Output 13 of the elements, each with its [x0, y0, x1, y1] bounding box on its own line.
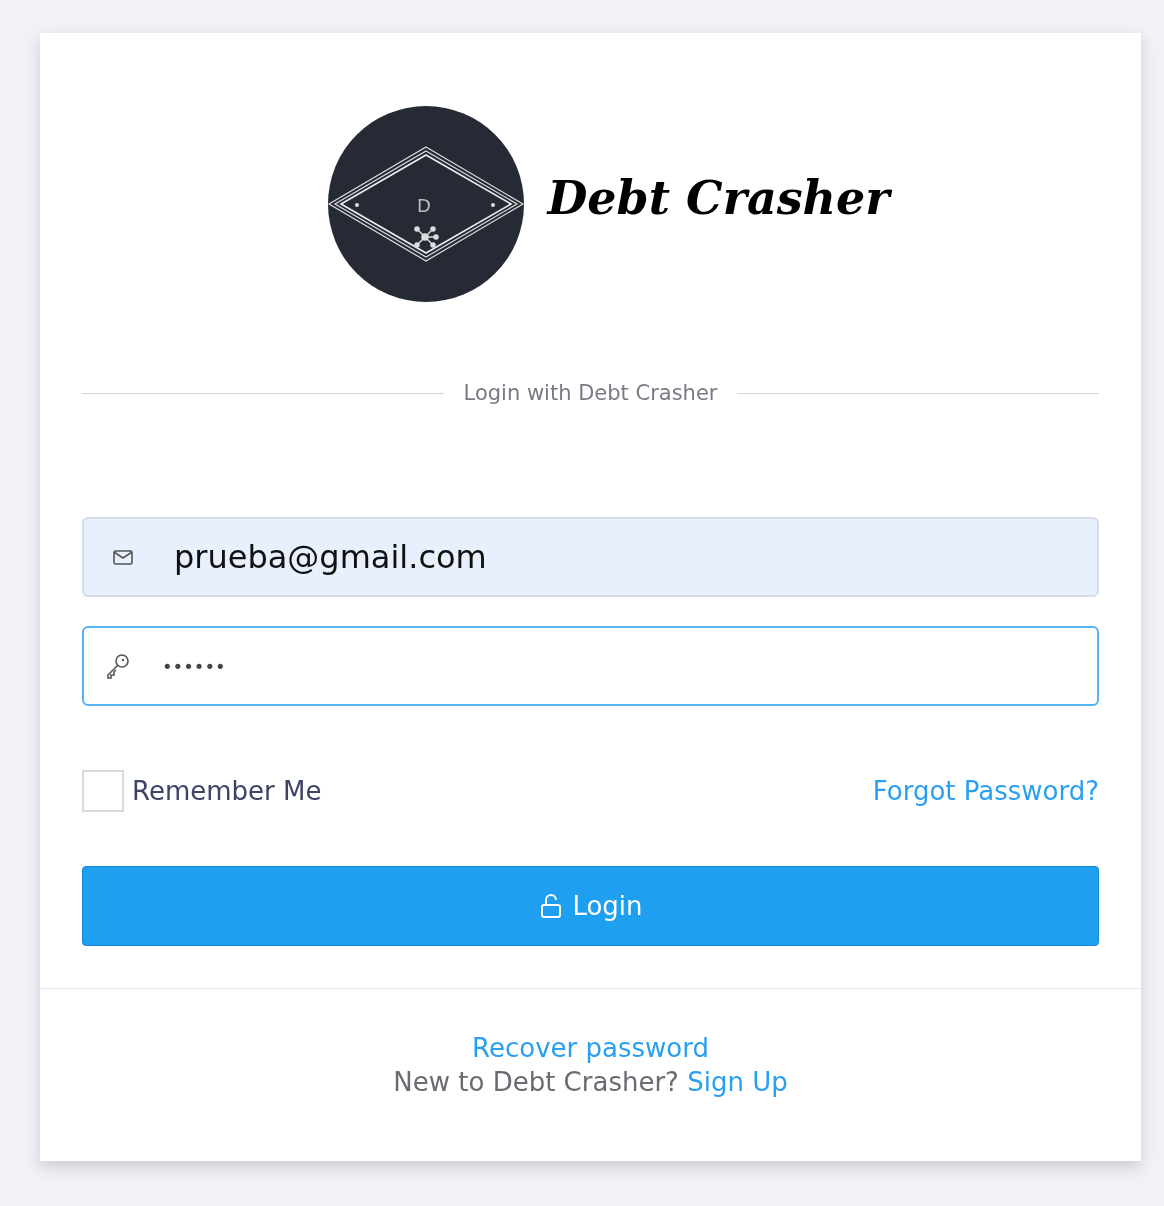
email-value: prueba@gmail.com: [174, 538, 487, 576]
password-field[interactable]: ••••••: [82, 626, 1099, 706]
recover-password-link[interactable]: Recover password: [472, 1033, 709, 1063]
remember-label[interactable]: Remember Me: [132, 776, 322, 806]
signup-prompt: New to Debt Crasher?: [393, 1067, 679, 1097]
logo-letter: D: [417, 195, 432, 216]
password-dots: ••••••: [162, 655, 226, 677]
sign-up-link[interactable]: Sign Up: [687, 1067, 788, 1097]
divider-label: Login with Debt Crasher: [463, 381, 718, 405]
email-field[interactable]: prueba@gmail.com: [82, 517, 1099, 597]
remember-checkbox[interactable]: [82, 770, 124, 812]
login-button[interactable]: Login: [82, 866, 1099, 946]
forgot-password-link[interactable]: Forgot Password?: [872, 776, 1099, 806]
